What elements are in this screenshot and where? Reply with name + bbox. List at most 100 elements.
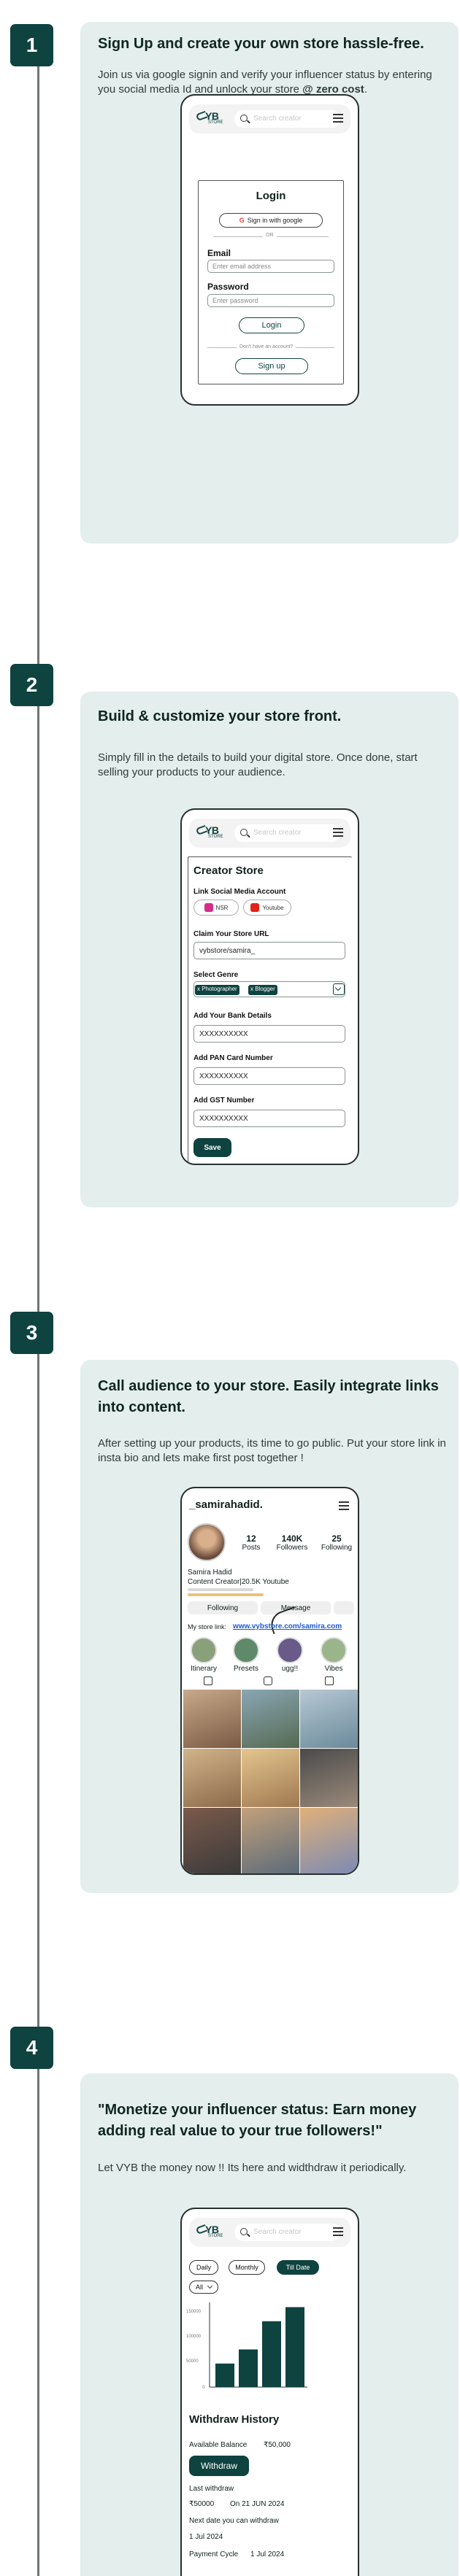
payment-cycle-label: Payment Cycle [189,2550,239,2558]
vyb-logo: YB STORE [195,824,229,843]
highlight-label: Itinerary [190,1665,218,1673]
phone-mockup: YB STORE Search creator Daily Monthly Til… [180,2208,359,2576]
chart-bar [285,2307,304,2387]
step-number-badge: 1 [10,24,53,66]
phone-mockup: YB STORE Search creator Creator Store Lin… [180,808,359,1165]
post-image[interactable] [183,1749,241,1807]
pan-label: Add PAN Card Number [193,1054,273,1062]
youtube-link-button[interactable]: Youtube [243,900,291,916]
password-label: Password [207,282,249,292]
instagram-mockup: _samirahadid. 12 Posts 140K Followers 25 Fo… [180,1487,359,1875]
available-balance-label: Available Balance [189,2441,248,2449]
step-description: After setting up your products, its time… [98,1437,446,1464]
store-url-field[interactable]: vybstore/samira_ [193,942,345,959]
genre-dropdown-chevron-icon[interactable] [333,983,345,995]
menu-icon[interactable] [339,1501,349,1510]
highlight-label: Presets [234,1665,258,1673]
gst-field[interactable]: XXXXXXXXXX [193,1110,345,1127]
highlight-avatar[interactable] [321,1637,347,1663]
genre-tag[interactable]: x Blogger [248,985,277,995]
grid-icon[interactable] [204,1676,212,1685]
last-withdraw-amount: ₹50000 [189,2500,215,2508]
search-input[interactable]: Search creator [234,2224,340,2241]
app-header: YB STORE Search creator [189,819,350,848]
signup-button[interactable]: Sign up [235,358,308,374]
last-withdraw-label: Last withdraw [189,2485,234,2493]
social-label: Link Social Media Account [193,888,286,896]
step-number-badge: 2 [10,664,53,706]
menu-icon[interactable] [333,828,343,837]
add-person-icon[interactable] [334,1601,354,1614]
highlight-avatar[interactable] [233,1637,259,1663]
step-description: Simply fill in the details to build your… [98,751,418,778]
bio-line-placeholder [188,1588,253,1591]
post-image[interactable] [300,1808,358,1873]
genre-tag[interactable]: x Photographer [195,985,239,995]
post-image[interactable] [242,1749,299,1807]
email-field[interactable]: Enter email address [207,260,334,273]
step-card: Sign Up and create your own store hassle… [80,22,459,544]
password-field[interactable]: Enter password [207,294,334,307]
y-tick-label: 100000 [186,2335,202,2339]
payment-cycle-value: 1 Jul 2024 [250,2550,285,2558]
store-link[interactable]: www.vybstore.com/samira.com [233,1622,342,1631]
store-link-label: My store link: [188,1623,227,1631]
filter-select[interactable]: All [189,2281,218,2294]
or-text: OR [263,233,277,238]
genre-label: Select Genre [193,971,239,979]
search-input[interactable]: Search creator [234,110,340,128]
step-description: Let VYB the money now !! Its here and wi… [98,2162,407,2174]
post-image[interactable] [242,1690,299,1748]
post-image[interactable] [183,1808,241,1873]
withdraw-bar-chart: 150000 100000 50000 0 [186,2302,307,2390]
pan-field[interactable]: XXXXXXXXXX [193,1067,345,1085]
post-image[interactable] [300,1749,358,1807]
instagram-handle: _samirahadid. [189,1498,263,1511]
bank-label: Add Your Bank Details [193,1012,272,1020]
withdraw-button[interactable]: Withdraw [189,2456,249,2476]
tab-monthly[interactable]: Monthly [229,2260,265,2275]
email-label: Email [207,248,231,258]
highlight-label: Vibes [324,1665,343,1673]
highlight-label: ugg!! [281,1665,299,1673]
login-button[interactable]: Login [239,317,304,333]
google-icon: G [239,217,245,224]
save-button[interactable]: Save [193,1138,231,1157]
menu-icon[interactable] [333,2227,343,2236]
tab-till-date[interactable]: Till Date [277,2260,319,2275]
google-signin-button[interactable]: G Sign in with google [219,213,323,228]
gst-label: Add GST Number [193,1096,255,1105]
step-number-badge: 3 [10,1312,53,1354]
post-image[interactable] [183,1690,241,1748]
step-description: Join us via google signin and verify you… [98,69,432,96]
search-icon [240,115,248,122]
step-card: Call audience to your store. Easily inte… [80,1360,459,1893]
step-title: "Monetize your influencer status: Earn m… [98,2102,417,2139]
menu-icon[interactable] [333,114,343,123]
avatar[interactable] [188,1523,226,1561]
post-image[interactable] [242,1808,299,1873]
tagged-icon[interactable] [325,1676,334,1685]
bank-field[interactable]: XXXXXXXXXX [193,1025,345,1043]
last-withdraw-date: On 21 JUN 2024 [230,2500,285,2508]
search-icon [240,829,248,836]
highlight-avatar[interactable] [191,1637,217,1663]
step-number-badge: 4 [10,2027,53,2069]
stat-posts: 12 Posts [242,1533,261,1552]
tab-daily[interactable]: Daily [189,2260,218,2275]
withdraw-history-title: Withdraw History [189,2413,280,2426]
following-button[interactable]: Following [188,1601,258,1614]
vyb-logo: YB STORE [195,109,229,128]
chart-bar [262,2321,281,2387]
nsr-link-button[interactable]: NSR [193,900,239,916]
url-label: Claim Your Store URL [193,930,269,938]
search-input[interactable]: Search creator [234,824,340,842]
reels-icon[interactable] [264,1676,272,1685]
y-tick-label: 0 [202,2386,205,2390]
stat-followers: 140K Followers [276,1533,308,1552]
login-title: Login [256,190,286,202]
post-image[interactable] [300,1690,358,1748]
highlight-avatar[interactable] [277,1637,303,1663]
app-header: YB STORE Search creator [189,104,350,134]
y-tick-label: 50000 [186,2359,199,2364]
